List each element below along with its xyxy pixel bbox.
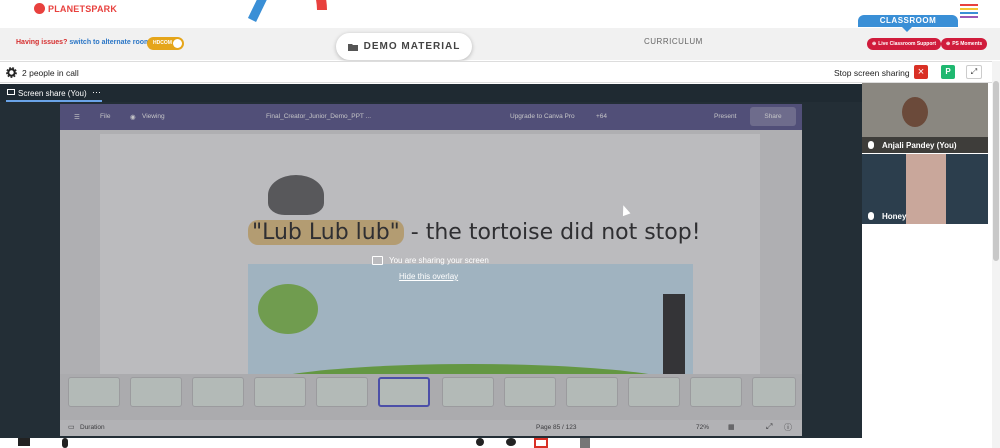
participant-name: Honey [882, 212, 907, 221]
participant-name: Anjali Pandey (You) [882, 141, 957, 150]
camera-icon[interactable] [18, 438, 30, 446]
logo-icon [34, 3, 45, 14]
share-tab-bar: Screen share (You) ⋯ [0, 84, 862, 102]
gear-icon[interactable] [6, 67, 17, 78]
activities-icon[interactable] [580, 438, 590, 448]
people-count: 2 people in call [22, 68, 79, 78]
issues-text: Having issues? [16, 39, 68, 46]
issues-notice: Having issues? switch to alternate room [16, 39, 150, 46]
participant-tile[interactable]: Honey [862, 154, 988, 224]
toggle-label: HDCOM [153, 40, 172, 46]
stop-sharing-label[interactable]: Stop screen sharing [834, 68, 910, 78]
live-support-button[interactable]: ⊕ Live Classroom Support [867, 38, 941, 50]
participant-video [906, 154, 946, 224]
mic-icon [868, 141, 874, 149]
moments-icon: ⊕ [946, 41, 951, 47]
share-tab-label[interactable]: Screen share (You) [18, 89, 87, 98]
participant-tile[interactable]: Anjali Pandey (You) [862, 83, 988, 153]
sharing-message: You are sharing your screen [372, 256, 489, 265]
page-scrollbar[interactable] [992, 61, 1000, 448]
sharing-message-text: You are sharing your screen [389, 256, 489, 265]
present-screen-icon [372, 256, 383, 265]
stop-present-icon[interactable] [534, 438, 548, 448]
room-toggle[interactable]: HDCOM [147, 37, 184, 50]
close-icon[interactable]: × [914, 65, 928, 79]
more-options-icon[interactable]: ⋯ [92, 87, 101, 98]
mic-icon [868, 212, 874, 220]
folder-icon [347, 43, 358, 51]
demo-material-label: DEMO MATERIAL [363, 41, 461, 52]
participant-avatar[interactable]: P [941, 65, 955, 79]
call-controls [0, 438, 992, 448]
classroom-tab[interactable]: CLASSROOM [858, 15, 958, 27]
ps-moments-label: PS Moments [952, 41, 983, 47]
participants-icon[interactable] [476, 438, 484, 446]
chat-icon[interactable] [506, 438, 516, 446]
planetspark-logo[interactable]: PLANETSPARK [34, 3, 117, 14]
support-icon: ⊕ [872, 41, 877, 47]
menu-icon[interactable] [960, 4, 978, 20]
expand-icon[interactable]: ⤢ [966, 65, 982, 79]
screen-icon [7, 89, 15, 95]
classroom-notch [902, 27, 912, 32]
curriculum-tab[interactable]: CURRICULUM [644, 37, 703, 46]
hide-overlay-link[interactable]: Hide this overlay [399, 272, 458, 281]
participant-video [902, 97, 928, 127]
demo-material-button[interactable]: DEMO MATERIAL [336, 33, 472, 60]
microphone-icon[interactable] [62, 438, 68, 448]
share-tab-underline [6, 100, 102, 102]
decorative-arc [247, 0, 327, 22]
scrollbar-thumb[interactable] [993, 81, 999, 261]
logo-text: PLANETSPARK [48, 3, 118, 14]
toggle-knob [173, 39, 182, 48]
call-bar: 2 people in call Stop screen sharing × P… [0, 61, 992, 83]
live-support-label: Live Classroom Support [878, 41, 936, 47]
alternate-room-link[interactable]: switch to alternate room [69, 39, 150, 46]
sharing-overlay [60, 104, 802, 436]
header-top-strip [0, 0, 1000, 28]
ps-moments-button[interactable]: ⊕ PS Moments [941, 38, 988, 50]
